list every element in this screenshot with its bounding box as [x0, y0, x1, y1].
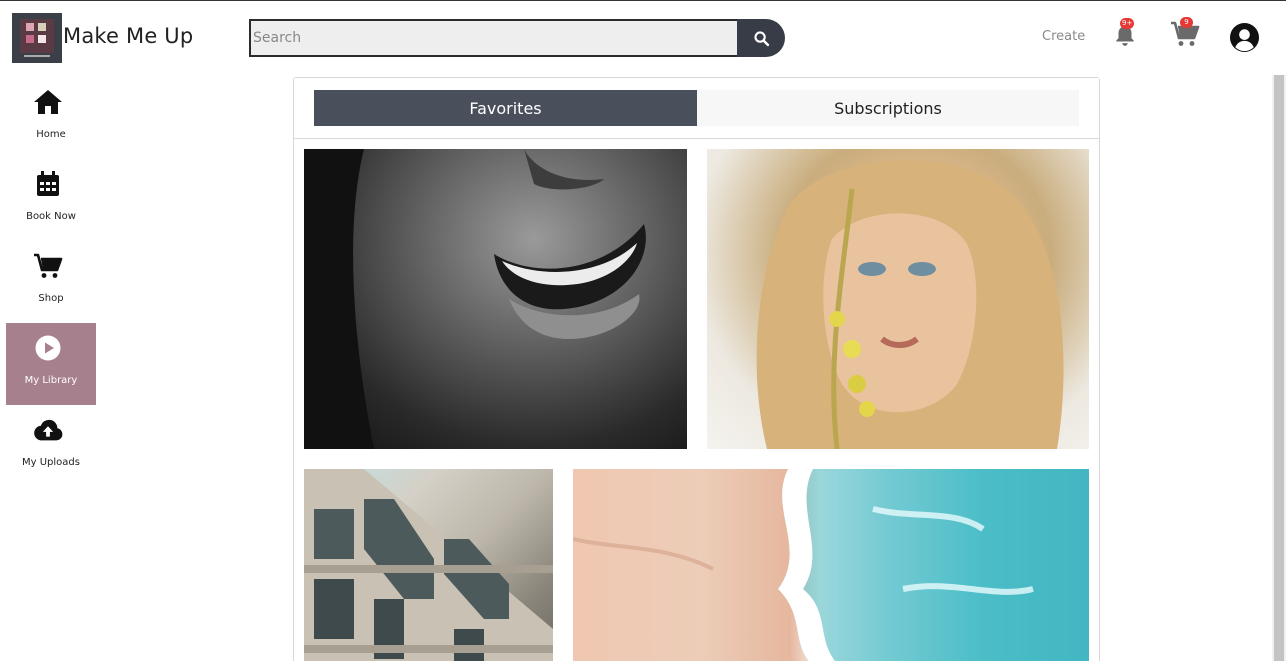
tab-favorites[interactable]: Favorites	[314, 90, 697, 126]
sidebar-item-my-library[interactable]: My Library	[6, 323, 96, 405]
search-icon	[753, 30, 769, 46]
top-border	[0, 0, 1286, 1]
home-icon	[34, 90, 62, 114]
cloud-upload-icon	[34, 419, 63, 441]
sidebar-item-label: Book Now	[26, 211, 76, 222]
search-button[interactable]	[737, 19, 785, 57]
tabs-bar: Favorites Subscriptions	[294, 78, 1099, 139]
photo-beach-aerial-art	[573, 469, 1089, 661]
notifications-badge: 9+	[1120, 18, 1135, 29]
sidebar-item-label: Shop	[38, 293, 64, 304]
search-input[interactable]	[249, 19, 739, 57]
photo-blonde-woman-art	[756, 160, 1064, 449]
cart-button[interactable]: 9	[1170, 17, 1200, 48]
sidebar-item-shop[interactable]: Shop	[6, 241, 96, 323]
sidebar-item-my-uploads[interactable]: My Uploads	[6, 405, 96, 487]
page-scrollbar[interactable]	[1272, 75, 1286, 661]
play-circle-icon	[35, 335, 61, 361]
library-panel: Favorites Subscriptions	[293, 77, 1100, 661]
cart-badge: 9	[1180, 17, 1193, 28]
brand-title[interactable]: Make Me Up	[63, 24, 193, 48]
tab-subscriptions[interactable]: Subscriptions	[697, 90, 1079, 126]
sidebar-item-label: My Uploads	[22, 457, 80, 468]
avatar[interactable]	[1229, 22, 1260, 53]
user-icon	[1229, 22, 1260, 53]
photo-building[interactable]	[304, 469, 553, 661]
sidebar-item-label: My Library	[24, 375, 78, 386]
calendar-icon	[37, 171, 59, 196]
logo[interactable]	[12, 13, 62, 63]
photo-blonde-woman[interactable]	[707, 149, 1089, 449]
photo-smile-art	[304, 149, 646, 449]
search-bar	[249, 19, 785, 57]
sidebar-item-book-now[interactable]: Book Now	[6, 159, 96, 241]
photo-smile[interactable]	[304, 149, 687, 449]
create-link[interactable]: Create	[1042, 29, 1085, 44]
cart-icon	[34, 253, 63, 278]
photo-beach-aerial[interactable]	[573, 469, 1089, 661]
sidebar-item-home[interactable]: Home	[6, 77, 96, 159]
notifications-button[interactable]: 9+	[1112, 18, 1138, 48]
photo-building-art	[304, 469, 553, 661]
scrollbar-thumb[interactable]	[1274, 75, 1284, 661]
sidebar-item-label: Home	[36, 129, 66, 140]
